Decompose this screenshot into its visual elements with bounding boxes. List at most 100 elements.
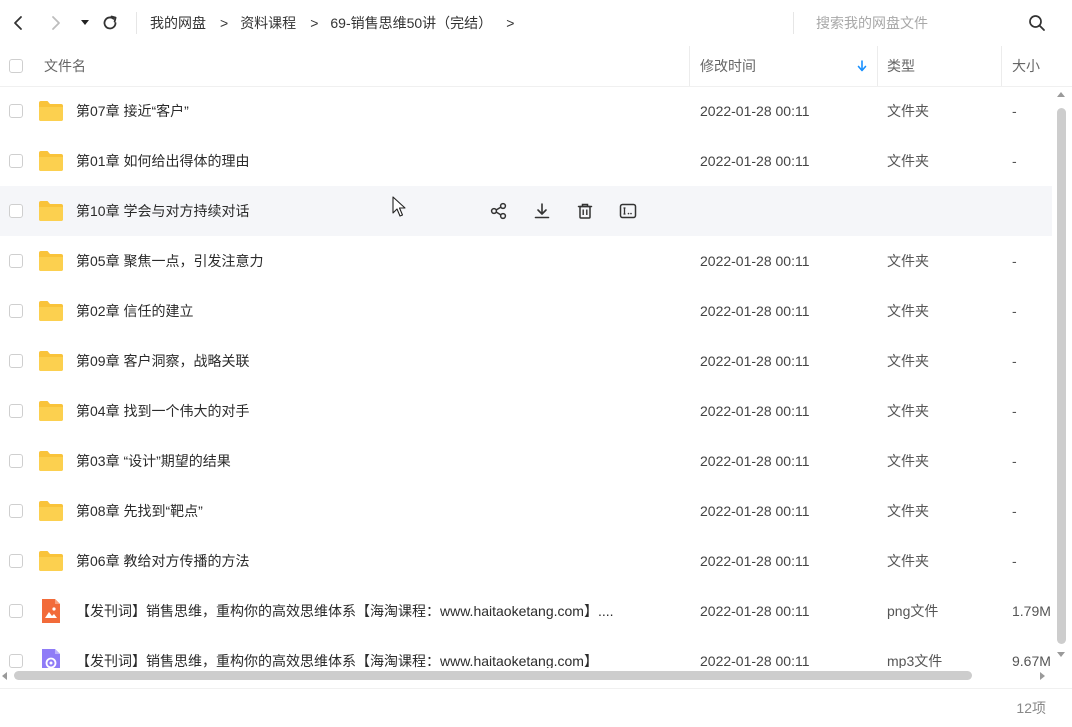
file-size: -: [1012, 103, 1017, 119]
breadcrumb-separator-icon: >: [220, 15, 229, 31]
file-size: -: [1012, 503, 1017, 519]
select-all-checkbox[interactable]: [9, 59, 23, 73]
file-modified-date: 2022-01-28 00:11: [700, 553, 810, 569]
file-name[interactable]: 第10章 学会与对方持续对话: [76, 186, 249, 236]
vertical-scroll-thumb[interactable]: [1057, 108, 1066, 644]
table-row[interactable]: 【发刊词】销售思维，重构你的高效思维体系【海淘课程：www.haitaoketa…: [0, 636, 1052, 668]
column-divider[interactable]: [689, 46, 690, 86]
forward-button[interactable]: [42, 8, 70, 38]
file-type: png文件: [887, 603, 939, 619]
file-name[interactable]: 【发刊词】销售思维，重构你的高效思维体系【海淘课程：www.haitaoketa…: [76, 586, 614, 636]
table-row[interactable]: 第01章 如何给出得体的理由 2022-01-28 00:11 文件夹 -: [0, 136, 1052, 186]
file-size: -: [1012, 453, 1017, 469]
row-checkbox[interactable]: [9, 254, 23, 268]
table-row[interactable]: 第03章 “设计”期望的结果 2022-01-28 00:11 文件夹 -: [0, 436, 1052, 486]
file-name[interactable]: 第04章 找到一个伟大的对手: [76, 386, 249, 436]
folder-icon: [39, 351, 63, 371]
row-checkbox[interactable]: [9, 504, 23, 518]
row-checkbox[interactable]: [9, 554, 23, 568]
breadcrumb-item-courses[interactable]: 资料课程: [240, 13, 296, 33]
row-checkbox[interactable]: [9, 104, 23, 118]
file-type: 文件夹: [887, 303, 929, 319]
table-row-hovered[interactable]: 第10章 学会与对方持续对话: [0, 186, 1052, 236]
row-checkbox[interactable]: [9, 304, 23, 318]
download-button[interactable]: [531, 200, 553, 222]
row-checkbox[interactable]: [9, 354, 23, 368]
table-row[interactable]: 【发刊词】销售思维，重构你的高效思维体系【海淘课程：www.haitaoketa…: [0, 586, 1052, 636]
file-size: 9.67M: [1012, 653, 1051, 668]
image-file-icon: [42, 599, 60, 623]
scroll-down-icon[interactable]: [1057, 652, 1065, 657]
vertical-scrollbar[interactable]: [1053, 86, 1070, 668]
row-checkbox[interactable]: [9, 204, 23, 218]
file-type: 文件夹: [887, 453, 929, 469]
scroll-left-icon[interactable]: [2, 672, 7, 680]
file-name[interactable]: 第05章 聚焦一点，引发注意力: [76, 236, 263, 286]
table-row[interactable]: 第06章 教给对方传播的方法 2022-01-28 00:11 文件夹 -: [0, 536, 1052, 586]
search-icon: [1029, 15, 1045, 31]
scroll-up-icon[interactable]: [1057, 92, 1065, 97]
file-size: -: [1012, 253, 1017, 269]
table-row[interactable]: 第05章 聚焦一点，引发注意力 2022-01-28 00:11 文件夹 -: [0, 236, 1052, 286]
row-actions: [488, 200, 660, 222]
file-modified-date: 2022-01-28 00:11: [700, 503, 810, 519]
file-name[interactable]: 第03章 “设计”期望的结果: [76, 436, 231, 486]
arrow-left-icon: [14, 16, 22, 30]
table-row[interactable]: 第09章 客户洞察，战略关联 2022-01-28 00:11 文件夹 -: [0, 336, 1052, 386]
file-name[interactable]: 【发刊词】销售思维，重构你的高效思维体系【海淘课程：www.haitaoketa…: [76, 636, 598, 668]
row-checkbox[interactable]: [9, 654, 23, 668]
search-input[interactable]: [806, 10, 1016, 36]
breadcrumb-item-current[interactable]: 69-销售思维50讲（完结）: [330, 13, 492, 33]
back-button[interactable]: [4, 8, 32, 38]
folder-icon: [39, 201, 63, 221]
file-type: 文件夹: [887, 153, 929, 169]
file-type: 文件夹: [887, 103, 929, 119]
folder-icon: [39, 501, 63, 521]
horizontal-scroll-thumb[interactable]: [14, 671, 972, 680]
download-icon: [534, 203, 550, 219]
row-checkbox[interactable]: [9, 454, 23, 468]
file-size: 1.79M: [1012, 603, 1051, 619]
row-checkbox[interactable]: [9, 604, 23, 618]
column-header-type[interactable]: 类型: [887, 46, 915, 86]
column-header-modified[interactable]: 修改时间: [700, 46, 756, 86]
file-size: -: [1012, 553, 1017, 569]
file-type: 文件夹: [887, 553, 929, 569]
table-row[interactable]: 第04章 找到一个伟大的对手 2022-01-28 00:11 文件夹 -: [0, 386, 1052, 436]
file-name[interactable]: 第01章 如何给出得体的理由: [76, 136, 249, 186]
share-button[interactable]: [488, 200, 510, 222]
file-name[interactable]: 第06章 教给对方传播的方法: [76, 536, 249, 586]
file-name[interactable]: 第09章 客户洞察，战略关联: [76, 336, 249, 386]
table-row[interactable]: 第02章 信任的建立 2022-01-28 00:11 文件夹 -: [0, 286, 1052, 336]
column-divider[interactable]: [877, 46, 878, 86]
refresh-button[interactable]: [96, 8, 124, 38]
status-bar: 12项: [0, 688, 1072, 724]
file-name[interactable]: 第08章 先找到“靶点”: [76, 486, 203, 536]
column-divider[interactable]: [1001, 46, 1002, 86]
file-type: mp3文件: [887, 653, 943, 668]
file-name[interactable]: 第07章 接近“客户”: [76, 86, 189, 136]
table-row[interactable]: 第07章 接近“客户” 2022-01-28 00:11 文件夹 -: [0, 86, 1052, 136]
mouse-cursor-icon: [392, 196, 406, 217]
history-dropdown-button[interactable]: [72, 8, 98, 38]
column-header-size[interactable]: 大小: [1012, 46, 1040, 86]
rename-button[interactable]: [617, 200, 639, 222]
breadcrumb-item-root[interactable]: 我的网盘: [150, 13, 206, 33]
file-name[interactable]: 第02章 信任的建立: [76, 286, 193, 336]
row-checkbox[interactable]: [9, 154, 23, 168]
file-modified-date: 2022-01-28 00:11: [700, 103, 810, 119]
scroll-right-icon[interactable]: [1040, 672, 1045, 680]
column-header-name[interactable]: 文件名: [44, 46, 86, 86]
row-checkbox[interactable]: [9, 404, 23, 418]
search-button[interactable]: [1022, 8, 1052, 38]
sort-desc-icon[interactable]: [856, 59, 868, 73]
folder-icon: [39, 451, 63, 471]
delete-button[interactable]: [574, 200, 596, 222]
table-row[interactable]: 第08章 先找到“靶点” 2022-01-28 00:11 文件夹 -: [0, 486, 1052, 536]
file-size: -: [1012, 403, 1017, 419]
audio-file-icon: [42, 649, 60, 668]
breadcrumb-expand-icon[interactable]: >: [506, 15, 514, 31]
rename-icon: [619, 203, 637, 219]
folder-icon: [39, 251, 63, 271]
horizontal-scrollbar[interactable]: [0, 668, 1052, 684]
